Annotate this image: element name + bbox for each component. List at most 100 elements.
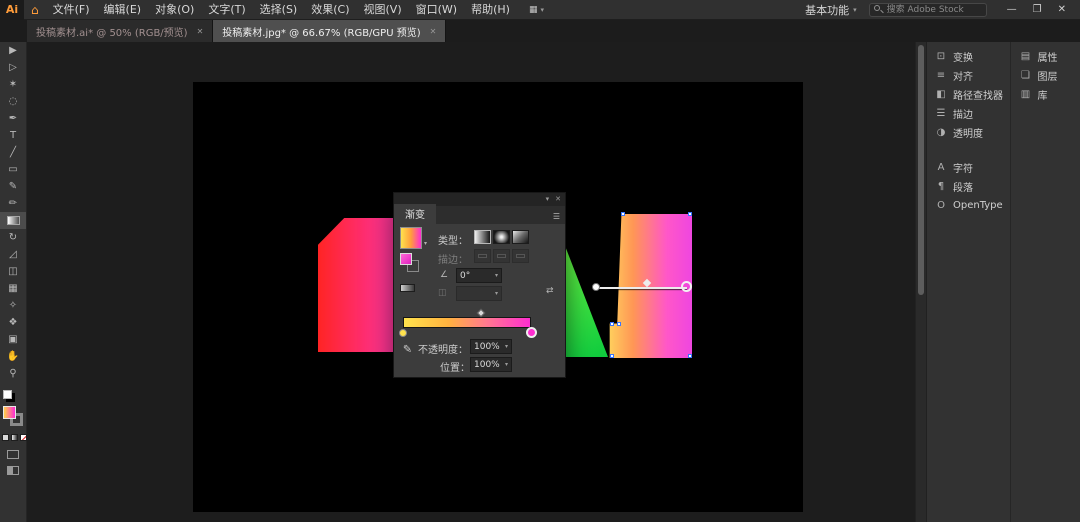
magic-wand-tool[interactable]: ✶ [0, 76, 26, 93]
chevron-down-icon[interactable]: ▾ [424, 240, 427, 247]
panel-menu-icon[interactable]: ☰ [548, 212, 565, 224]
collapse-panel-icon[interactable]: ▾ [546, 193, 550, 206]
blend-tool[interactable]: ❖ [0, 314, 26, 331]
selection-tool[interactable]: ▶ [0, 42, 26, 59]
vertical-scrollbar-thumb[interactable] [918, 45, 924, 295]
anchor-point[interactable] [621, 212, 625, 216]
screen-mode-button[interactable] [7, 466, 19, 475]
fill-color-swatch[interactable] [3, 406, 16, 419]
close-panel-icon[interactable]: ✕ [555, 193, 561, 206]
dock-item-paragraph[interactable]: ¶ 段落 [927, 177, 1010, 196]
minimize-button[interactable]: — [999, 0, 1025, 20]
lasso-tool[interactable]: ◌ [0, 93, 26, 110]
menu-type[interactable]: 文字(T) [201, 0, 252, 20]
close-tab-icon[interactable]: ✕ [430, 27, 437, 36]
anchor-point[interactable] [610, 354, 614, 358]
menu-object[interactable]: 对象(O) [148, 0, 201, 20]
gradient-annotator-end-handle[interactable] [681, 281, 692, 292]
shape-builder-tool[interactable]: ◫ [0, 263, 26, 280]
vertical-scrollbar[interactable] [915, 42, 926, 522]
linear-gradient-button[interactable] [474, 230, 491, 244]
restore-button[interactable]: ❐ [1025, 0, 1050, 20]
home-icon[interactable]: ⌂ [24, 0, 46, 20]
dock-item-align[interactable]: ≡ 对齐 [927, 66, 1010, 85]
gradient-tool[interactable] [0, 212, 26, 229]
rotate-tool[interactable]: ↻ [0, 229, 26, 246]
zoom-tool[interactable]: ⚲ [0, 365, 26, 382]
stroke-along-button[interactable] [493, 249, 510, 263]
gradient-start-stop[interactable] [399, 329, 407, 337]
none-button[interactable] [20, 434, 27, 441]
gradient-button[interactable] [11, 434, 18, 441]
anchor-point[interactable] [688, 354, 692, 358]
blend-icon: ❖ [8, 317, 18, 328]
menu-effect[interactable]: 效果(C) [304, 0, 356, 20]
dock-item-stroke[interactable]: ☰ 描边 [927, 104, 1010, 123]
search-input[interactable] [868, 3, 987, 17]
menu-select[interactable]: 选择(S) [253, 0, 305, 20]
dock-item-libraries[interactable]: ▥ 库 [1011, 85, 1080, 104]
eyedropper-icon[interactable]: ✐ [400, 344, 413, 353]
dock-item-properties[interactable]: ▤ 属性 [1011, 47, 1080, 66]
type-tool[interactable]: T [0, 127, 26, 144]
hand-tool[interactable]: ✋ [0, 348, 26, 365]
anchor-point[interactable] [617, 322, 621, 326]
yellow-magenta-shape[interactable] [609, 214, 692, 358]
position-dropdown[interactable]: 100% ▾ [470, 357, 512, 372]
rectangle-tool[interactable]: ▭ [0, 161, 26, 178]
dock-panel-buttons: ⊡ 变换 ≡ 对齐 ◧ 路径查找器 ☰ 描边 ◑ 透明度 A 字符 ¶ 段落 O… [927, 42, 1010, 522]
red-gradient-shape[interactable] [318, 218, 400, 352]
pen-tool[interactable]: ✒ [0, 110, 26, 127]
scale-tool[interactable]: ◿ [0, 246, 26, 263]
close-button[interactable]: ✕ [1050, 0, 1074, 20]
menu-edit[interactable]: 编辑(E) [97, 0, 149, 20]
opacity-label: 不透明度： [418, 345, 468, 356]
menubar-right: 基本功能 ▾ — ❐ ✕ [805, 0, 1080, 20]
arrange-documents-button[interactable]: ▦ ▾ [529, 5, 544, 15]
stroke-within-button[interactable] [474, 249, 491, 263]
line-segment-tool[interactable]: ╱ [0, 144, 26, 161]
gradient-annotator-line[interactable] [597, 287, 687, 289]
anchor-point[interactable] [688, 212, 692, 216]
workspace-switcher[interactable]: 基本功能 ▾ [805, 2, 857, 18]
reverse-gradient-icon[interactable]: ⇄ [546, 286, 554, 296]
gradient-end-stop[interactable] [526, 327, 537, 338]
menu-view[interactable]: 视图(V) [357, 0, 409, 20]
direct-selection-tool[interactable]: ▷ [0, 59, 26, 76]
stroke-across-button[interactable] [512, 249, 529, 263]
radial-gradient-button[interactable] [493, 230, 510, 244]
dock-item-layers[interactable]: ❏ 图层 [1011, 66, 1080, 85]
paintbrush-tool[interactable]: ✎ [0, 178, 26, 195]
document-tab-1[interactable]: 投稿素材.ai* @ 50% (RGB/预览) ✕ [27, 20, 214, 42]
paragraph-icon: ¶ [937, 181, 945, 192]
menu-window[interactable]: 窗口(W) [409, 0, 464, 20]
freeform-gradient-button[interactable] [512, 230, 529, 244]
gradient-panel[interactable]: ▾ ✕ 渐变 ☰ ▾ 类型： 描边： ∠ 0° ▾ ◫ ▾ ⇄ ✐ 不透明度： … [393, 192, 566, 378]
gradient-midpoint-stop[interactable] [476, 308, 486, 318]
anchor-point[interactable] [610, 322, 614, 326]
menu-file[interactable]: 文件(F) [46, 0, 97, 20]
fill-proxy-swatch[interactable] [400, 253, 412, 265]
gradient-preview-swatch[interactable] [400, 227, 422, 249]
pencil-tool[interactable]: ✏ [0, 195, 26, 212]
color-button[interactable] [2, 434, 9, 441]
app-logo[interactable]: Ai [0, 0, 24, 20]
angle-dropdown[interactable]: 0° ▾ [456, 268, 502, 283]
mesh-tool[interactable]: ▦ [0, 280, 26, 297]
document-tab-2[interactable]: 投稿素材.jpg* @ 66.67% (RGB/GPU 预览) ✕ [213, 20, 447, 42]
eyedropper-tool[interactable]: ✧ [0, 297, 26, 314]
gradient-annotator-start-handle[interactable] [592, 283, 600, 291]
dock-item-transform[interactable]: ⊡ 变换 [927, 47, 1010, 66]
tab-gradient[interactable]: 渐变 [394, 204, 436, 224]
opacity-dropdown[interactable]: 100% ▾ [470, 339, 512, 354]
artboard-tool[interactable]: ▣ [0, 331, 26, 348]
default-fill-stroke-icon[interactable] [3, 390, 12, 399]
dock-item-character[interactable]: A 字符 [927, 158, 1010, 177]
dock-item-transparency[interactable]: ◑ 透明度 [927, 123, 1010, 142]
dock-item-pathfinder[interactable]: ◧ 路径查找器 [927, 85, 1010, 104]
draw-mode-button[interactable] [7, 450, 19, 459]
menu-help[interactable]: 帮助(H) [464, 0, 517, 20]
gradient-slider-bar[interactable] [403, 317, 531, 328]
close-tab-icon[interactable]: ✕ [197, 27, 204, 36]
dock-item-opentype[interactable]: O OpenType [927, 196, 1010, 215]
